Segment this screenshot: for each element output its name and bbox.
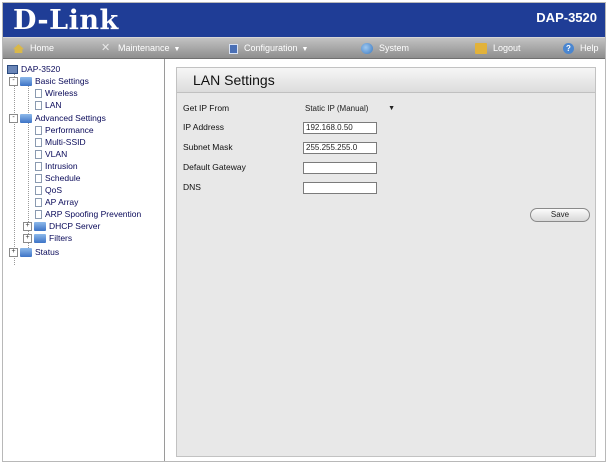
- tree-status[interactable]: + Status: [9, 246, 59, 258]
- navigation-tree: DAP-3520 - Basic Settings Wireless LAN - A…: [3, 59, 163, 461]
- header-bar: D-Link DAP-3520: [3, 3, 605, 37]
- tree-qos-label: QoS: [45, 185, 63, 195]
- menu-home-label: Home: [30, 43, 55, 53]
- menu-logout-label: Logout: [493, 43, 521, 53]
- tree-multi-ssid[interactable]: Multi-SSID: [35, 136, 86, 148]
- tree-advanced-settings-label: Advanced Settings: [35, 113, 106, 123]
- get-ip-from-select[interactable]: Static IP (Manual) ▼: [303, 102, 397, 115]
- page-icon: [35, 174, 42, 184]
- dns-label: DNS: [183, 182, 201, 192]
- tree-vlan-label: VLAN: [45, 149, 68, 159]
- tree-filters[interactable]: + Filters: [23, 232, 72, 244]
- dns-input[interactable]: [303, 182, 377, 194]
- page-icon: [35, 89, 42, 99]
- menu-maintenance-label: Maintenance: [118, 43, 170, 53]
- page-icon: [35, 162, 42, 172]
- device-model: DAP-3520: [536, 10, 597, 25]
- page-icon: [35, 198, 42, 208]
- save-button[interactable]: Save: [530, 208, 590, 222]
- tree-schedule[interactable]: Schedule: [35, 172, 80, 184]
- tree-arp-spoofing-label: ARP Spoofing Prevention: [45, 209, 142, 219]
- tree-guide-line: [14, 73, 15, 265]
- page-icon: [35, 186, 42, 196]
- lan-settings-panel: LAN Settings Get IP From Static IP (Manu…: [176, 67, 596, 457]
- tree-basic-settings-label: Basic Settings: [35, 76, 89, 86]
- app-frame: D-Link DAP-3520 Home ✕ Maintenance ▼ Confi…: [2, 2, 606, 462]
- system-icon: [361, 43, 373, 55]
- page-icon: [35, 126, 42, 136]
- tree-performance-label: Performance: [45, 125, 94, 135]
- folder-icon: [20, 114, 32, 124]
- page-icon: [35, 210, 42, 220]
- ip-address-input[interactable]: 192.168.0.50: [303, 122, 377, 134]
- dlink-logo: D-Link: [13, 5, 119, 36]
- menu-help-label: Help: [580, 43, 599, 53]
- expand-toggle-icon[interactable]: +: [9, 248, 18, 258]
- get-ip-from-label: Get IP From: [183, 103, 230, 113]
- page-icon: [35, 150, 42, 160]
- tree-dhcp-server-label: DHCP Server: [49, 221, 101, 231]
- tree-basic-settings[interactable]: - Basic Settings: [9, 75, 89, 87]
- default-gateway-input[interactable]: [303, 162, 377, 174]
- tree-lan[interactable]: LAN: [35, 99, 62, 111]
- tree-qos[interactable]: QoS: [35, 184, 62, 196]
- folder-icon: [34, 234, 46, 244]
- tree-dhcp-server[interactable]: + DHCP Server: [23, 220, 100, 232]
- tree-guide-line: [28, 85, 29, 113]
- tree-advanced-settings[interactable]: - Advanced Settings: [9, 112, 106, 124]
- tree-arp-spoofing[interactable]: ARP Spoofing Prevention: [35, 208, 141, 220]
- tools-icon: ✕: [101, 42, 111, 55]
- top-menu-bar: Home ✕ Maintenance ▼ Configuration ▼ System…: [3, 37, 605, 59]
- menu-logout[interactable]: Logout: [475, 38, 521, 58]
- get-ip-from-value: Static IP (Manual): [305, 104, 369, 113]
- chevron-down-icon: ▼: [173, 46, 181, 53]
- logout-icon: [475, 43, 487, 55]
- collapse-toggle-icon[interactable]: -: [9, 77, 18, 87]
- tree-wireless-label: Wireless: [45, 88, 78, 98]
- folder-icon: [20, 77, 32, 87]
- tree-vlan[interactable]: VLAN: [35, 148, 67, 160]
- menu-system[interactable]: System: [361, 38, 409, 58]
- menu-help[interactable]: ? Help: [563, 38, 599, 58]
- tree-intrusion-label: Intrusion: [45, 161, 78, 171]
- page-icon: [35, 101, 42, 111]
- tree-root[interactable]: DAP-3520: [7, 63, 60, 75]
- chevron-down-icon: ▼: [301, 46, 309, 53]
- folder-icon: [34, 222, 46, 232]
- collapse-toggle-icon[interactable]: -: [9, 114, 18, 124]
- tree-intrusion[interactable]: Intrusion: [35, 160, 78, 172]
- menu-system-label: System: [379, 43, 410, 53]
- computer-icon: [7, 65, 18, 75]
- default-gateway-label: Default Gateway: [183, 162, 246, 172]
- chevron-down-icon: ▼: [388, 105, 395, 112]
- tree-filters-label: Filters: [49, 233, 73, 243]
- subnet-mask-input[interactable]: 255.255.255.0: [303, 142, 377, 154]
- home-icon: [13, 44, 24, 54]
- config-icon: [229, 43, 238, 54]
- tree-status-label: Status: [35, 247, 60, 257]
- tree-lan-label: LAN: [45, 100, 62, 110]
- tree-ap-array[interactable]: AP Array: [35, 196, 78, 208]
- sidebar-tree-panel: DAP-3520 - Basic Settings Wireless LAN - A…: [3, 59, 165, 461]
- help-icon: ?: [563, 43, 574, 55]
- page-icon: [35, 138, 42, 148]
- panel-header: LAN Settings: [177, 68, 595, 93]
- menu-maintenance[interactable]: ✕ Maintenance ▼: [101, 38, 180, 58]
- subnet-mask-label: Subnet Mask: [183, 142, 233, 152]
- tree-root-label: DAP-3520: [21, 64, 61, 74]
- tree-multi-ssid-label: Multi-SSID: [45, 137, 86, 147]
- tree-wireless[interactable]: Wireless: [35, 87, 78, 99]
- page-title: LAN Settings: [193, 72, 275, 88]
- main-content: LAN Settings Get IP From Static IP (Manu…: [166, 59, 605, 461]
- tree-performance[interactable]: Performance: [35, 124, 94, 136]
- tree-ap-array-label: AP Array: [45, 197, 79, 207]
- menu-configuration-label: Configuration: [244, 43, 298, 53]
- expand-toggle-icon[interactable]: +: [23, 222, 32, 232]
- menu-configuration[interactable]: Configuration ▼: [229, 38, 308, 58]
- ip-address-label: IP Address: [183, 122, 224, 132]
- expand-toggle-icon[interactable]: +: [23, 234, 32, 244]
- tree-schedule-label: Schedule: [45, 173, 81, 183]
- menu-home[interactable]: Home: [13, 38, 54, 58]
- folder-icon: [20, 248, 32, 258]
